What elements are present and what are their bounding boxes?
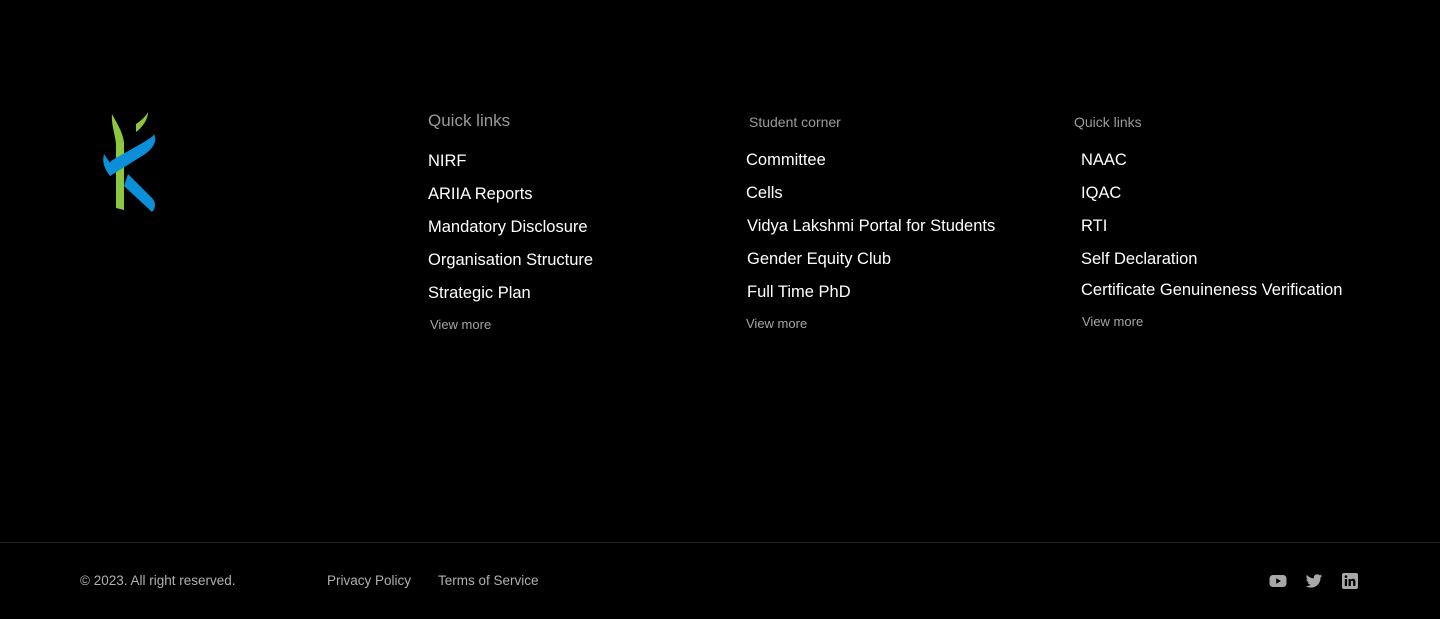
column-heading: Student corner <box>749 114 841 130</box>
view-more-link[interactable]: View more <box>1082 314 1143 329</box>
linkedin-icon[interactable] <box>1341 572 1359 590</box>
link-list: Committee Cells Vidya Lakshmi Portal for… <box>746 150 995 302</box>
link-mandatory-disclosure[interactable]: Mandatory Disclosure <box>428 217 593 237</box>
quick-links-column-2: Quick links NAAC IQAC RTI Self Declarati… <box>1071 111 1342 331</box>
link-strategic-plan[interactable]: Strategic Plan <box>428 283 593 303</box>
link-committee[interactable]: Committee <box>746 150 995 170</box>
link-list: NIRF ARIIA Reports Mandatory Disclosure … <box>428 151 593 303</box>
youtube-icon[interactable] <box>1269 572 1287 590</box>
quick-links-column-1: Quick links NIRF ARIIA Reports Mandatory… <box>428 111 593 334</box>
link-list: NAAC IQAC RTI Self Declaration Certifica… <box>1071 150 1342 300</box>
copyright-text: © 2023. All right reserved. <box>80 573 236 588</box>
link-nirf[interactable]: NIRF <box>428 151 593 171</box>
view-more-link[interactable]: View more <box>430 317 491 332</box>
column-heading: Quick links <box>428 111 511 130</box>
student-corner-column: Student corner Committee Cells Vidya Lak… <box>746 111 995 333</box>
link-vidya-lakshmi-portal[interactable]: Vidya Lakshmi Portal for Students <box>747 216 995 236</box>
institute-logo-icon[interactable] <box>102 112 158 214</box>
twitter-icon[interactable] <box>1305 572 1323 590</box>
link-rti[interactable]: RTI <box>1081 216 1342 236</box>
link-cells[interactable]: Cells <box>746 183 995 203</box>
link-full-time-phd[interactable]: Full Time PhD <box>747 282 995 302</box>
link-organisation-structure[interactable]: Organisation Structure <box>428 250 593 270</box>
site-footer: Quick links NIRF ARIIA Reports Mandatory… <box>0 0 1440 619</box>
link-iqac[interactable]: IQAC <box>1081 183 1342 203</box>
link-ariia-reports[interactable]: ARIIA Reports <box>428 184 593 204</box>
view-more-link[interactable]: View more <box>746 316 807 331</box>
link-naac[interactable]: NAAC <box>1081 150 1342 170</box>
link-self-declaration[interactable]: Self Declaration <box>1081 249 1342 269</box>
terms-of-service-link[interactable]: Terms of Service <box>438 573 539 588</box>
link-certificate-verification[interactable]: Certificate Genuineness Verification <box>1081 280 1342 300</box>
footer-bottom-bar: © 2023. All right reserved. Privacy Poli… <box>0 543 1440 619</box>
link-gender-equity-club[interactable]: Gender Equity Club <box>747 249 995 269</box>
column-heading: Quick links <box>1074 114 1142 130</box>
privacy-policy-link[interactable]: Privacy Policy <box>327 573 411 588</box>
